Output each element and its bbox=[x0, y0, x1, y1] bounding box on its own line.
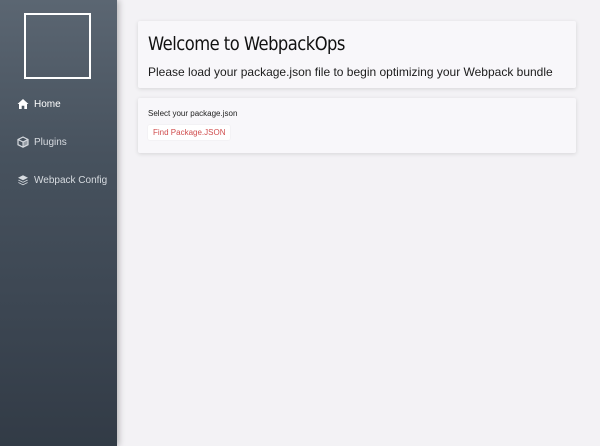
sidebar: Home Plugins Webpack Config bbox=[0, 0, 117, 446]
home-icon bbox=[17, 98, 29, 110]
sidebar-item-label: Webpack Config bbox=[34, 174, 108, 186]
sidebar-item-home[interactable]: Home bbox=[17, 96, 61, 112]
load-package-label: Select your package.json bbox=[148, 109, 238, 118]
page-subtitle: Please load your package.json file to be… bbox=[148, 65, 553, 79]
cube-icon bbox=[17, 136, 29, 148]
logo-placeholder bbox=[24, 13, 91, 79]
sidebar-item-label: Plugins bbox=[34, 136, 67, 148]
layers-icon bbox=[17, 174, 29, 186]
load-package-card: Select your package.json Find Package.JS… bbox=[138, 98, 576, 153]
page-title: Welcome to WebpackOps bbox=[148, 33, 345, 55]
welcome-card: Welcome to WebpackOps Please load your p… bbox=[138, 21, 576, 88]
sidebar-item-webpack-config[interactable]: Webpack Config bbox=[17, 172, 107, 188]
sidebar-item-plugins[interactable]: Plugins bbox=[17, 134, 67, 150]
find-package-button[interactable]: Find Package.JSON bbox=[148, 125, 231, 140]
sidebar-item-label: Home bbox=[34, 98, 61, 110]
